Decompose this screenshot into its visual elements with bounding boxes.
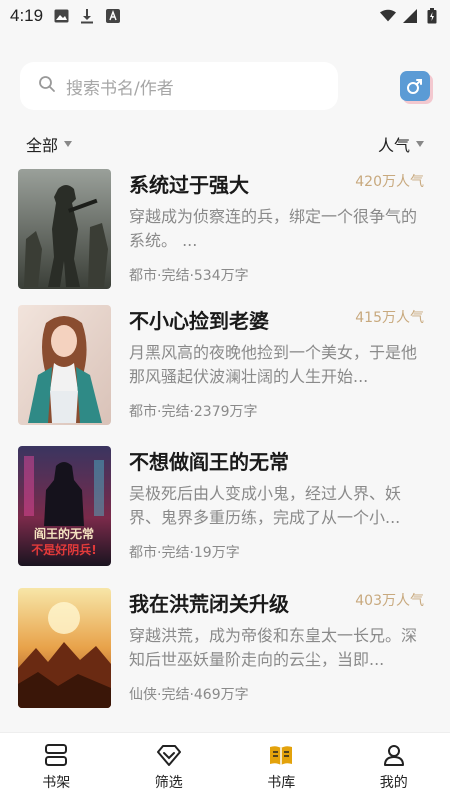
category-filter-label: 全部 xyxy=(26,136,59,155)
tab-label: 书库 xyxy=(267,774,296,791)
bottom-tab-bar: 书架 筛选 书库 我的 xyxy=(0,732,450,800)
book-cover xyxy=(18,588,111,708)
book-item[interactable]: 系统过于强大 420万人气 穿越成为侦察连的兵，绑定一个很争气的系统。 ... … xyxy=(0,169,450,293)
book-popularity: 403万人气 xyxy=(355,593,424,609)
book-title: 不小心捡到老婆 xyxy=(129,309,269,333)
sort-label: 人气 xyxy=(377,136,410,155)
book-item[interactable]: 我在洪荒闭关升级 403万人气 穿越洪荒，成为帝俊和东皇太一长兄。深知后世巫妖量… xyxy=(0,588,450,712)
app-notification-icon xyxy=(105,8,121,24)
book-description: 穿越成为侦察连的兵，绑定一个很争气的系统。 ... xyxy=(129,207,418,250)
tab-label: 我的 xyxy=(379,774,408,791)
image-notification-icon xyxy=(53,8,69,24)
book-cover xyxy=(18,169,111,289)
caret-down-icon xyxy=(64,141,73,147)
book-description: 穿越洪荒，成为帝俊和东皇太一长兄。深知后世巫妖量阶走向的云尘，当即... xyxy=(129,626,418,669)
search-icon xyxy=(38,75,56,97)
status-bar: 4:19 xyxy=(0,0,450,32)
search-row: 搜索书名/作者 xyxy=(20,62,430,110)
category-filter-dropdown[interactable]: 全部 xyxy=(26,132,73,156)
download-icon xyxy=(79,8,95,24)
user-icon xyxy=(383,744,404,766)
book-description: 月黑风高的夜晚他捡到一个美女，于是他那风骚起伏波澜壮阔的人生开始... xyxy=(129,343,418,386)
wifi-icon xyxy=(380,8,396,24)
book-cover: 阎王的无常 不是好阴兵! xyxy=(18,446,111,566)
book-popularity: 420万人气 xyxy=(355,174,424,190)
tab-library[interactable]: 书库 xyxy=(225,733,338,800)
tab-label: 书架 xyxy=(42,774,71,791)
book-cover xyxy=(18,305,111,425)
book-meta: 都市·完结·2379万字 xyxy=(129,404,258,420)
search-input[interactable]: 搜索书名/作者 xyxy=(20,62,338,110)
tab-filter[interactable]: 筛选 xyxy=(113,733,226,800)
book-meta: 都市·完结·534万字 xyxy=(129,268,249,284)
male-icon xyxy=(407,79,422,94)
cover-text-line2: 不是好阴兵! xyxy=(31,542,96,557)
book-item[interactable]: 阎王的无常 不是好阴兵! 不想做阎王的无常 吴极死后由人变成小鬼，经过人界、妖界… xyxy=(0,446,450,570)
sort-dropdown[interactable]: 人气 xyxy=(378,132,424,156)
tab-label: 筛选 xyxy=(154,774,183,791)
gender-toggle-button[interactable] xyxy=(400,71,430,101)
tab-profile[interactable]: 我的 xyxy=(338,733,450,800)
book-meta: 仙侠·完结·469万字 xyxy=(129,687,249,703)
caret-down-icon xyxy=(416,141,424,147)
filter-diamond-icon xyxy=(156,744,181,766)
book-description: 吴极死后由人变成小鬼，经过人界、妖界、鬼界多重历练，完成了从一个小... xyxy=(129,484,402,527)
book-item[interactable]: 不小心捡到老婆 415万人气 月黑风高的夜晚他捡到一个美女，于是他那风骚起伏波澜… xyxy=(0,305,450,429)
status-time: 4:19 xyxy=(10,6,44,25)
book-popularity: 415万人气 xyxy=(355,310,424,326)
search-placeholder: 搜索书名/作者 xyxy=(66,78,174,99)
filter-row: 全部 人气 xyxy=(26,130,424,158)
book-title: 系统过于强大 xyxy=(129,173,249,197)
book-meta: 都市·完结·19万字 xyxy=(129,545,240,561)
signal-icon xyxy=(402,8,418,24)
tab-bookshelf[interactable]: 书架 xyxy=(0,733,113,800)
book-title: 不想做阎王的无常 xyxy=(129,450,289,474)
library-book-icon xyxy=(270,745,293,765)
battery-icon xyxy=(424,8,440,24)
cover-text-line1: 阎王的无常 xyxy=(34,526,94,541)
book-title: 我在洪荒闭关升级 xyxy=(129,592,289,616)
bookshelf-icon xyxy=(45,743,68,766)
